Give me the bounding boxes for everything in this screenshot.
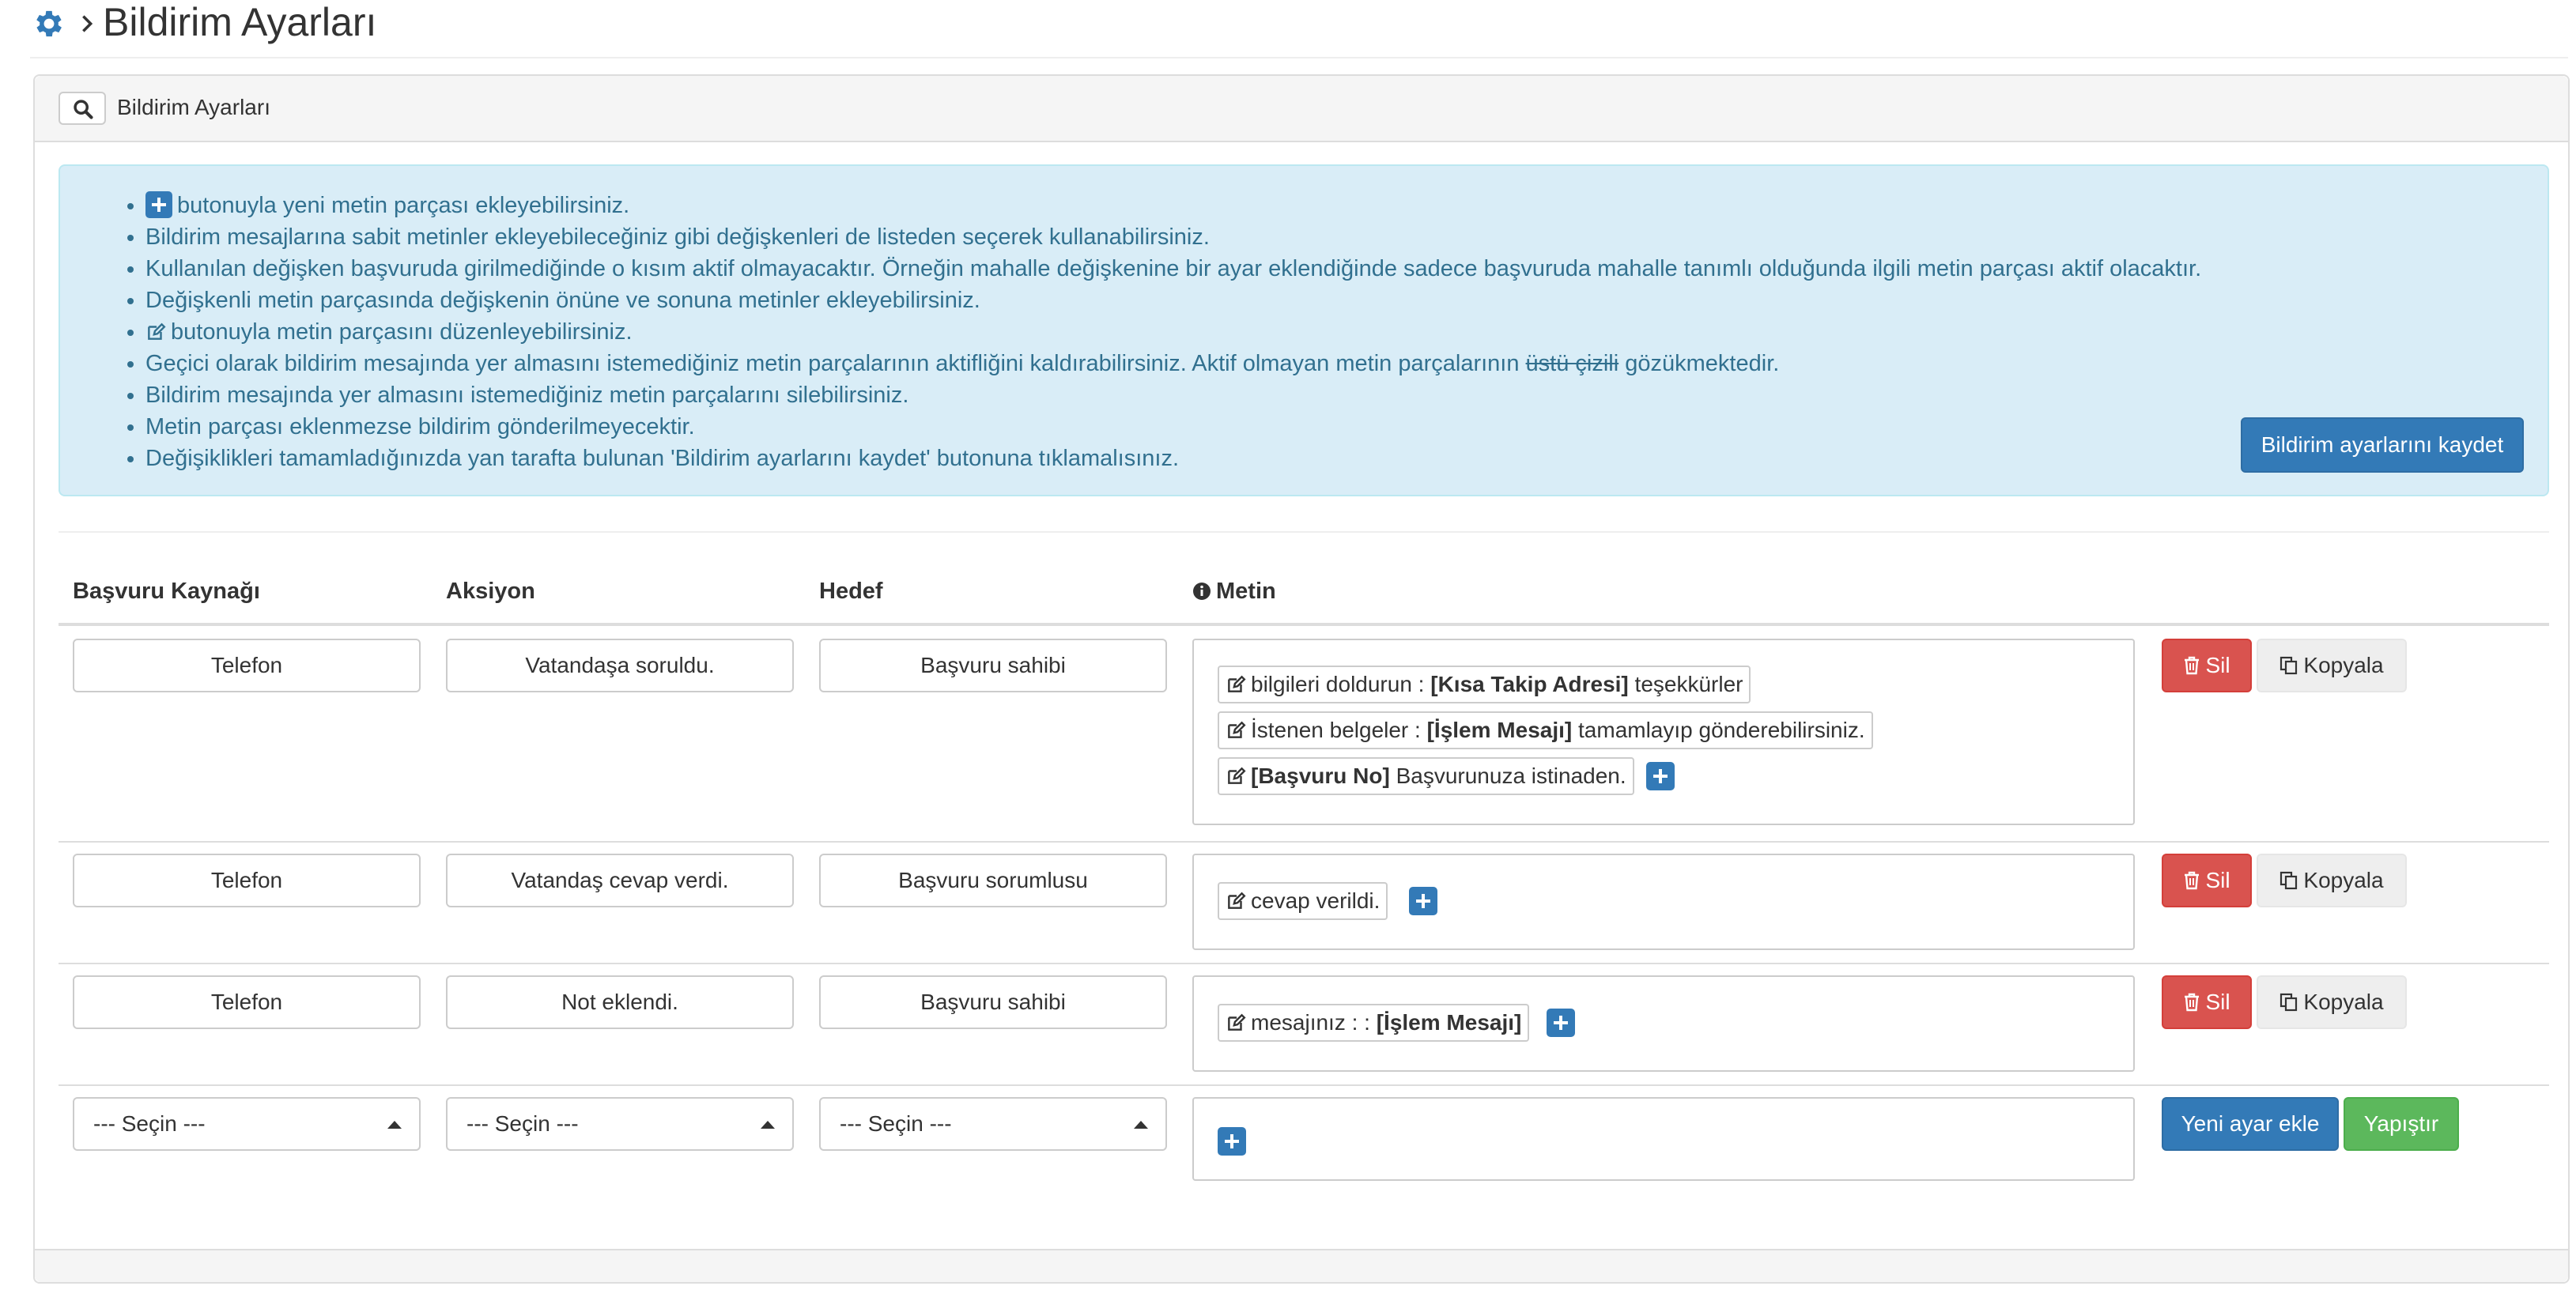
target-field[interactable]: Başvuru sahibi	[819, 639, 1167, 692]
edit-icon	[148, 322, 166, 340]
header-action: Aksiyon	[446, 579, 535, 604]
divider	[59, 531, 2549, 533]
action-field[interactable]: Vatandaşa soruldu.	[446, 639, 794, 692]
action-field[interactable]: Vatandaş cevap verdi.	[446, 854, 794, 907]
strike-example: üstü çizili	[1525, 351, 1619, 376]
edit-icon[interactable]	[1226, 766, 1246, 786]
save-settings-button[interactable]: Bildirim ayarlarını kaydet	[2241, 417, 2524, 473]
chevron-right-icon	[82, 15, 93, 32]
info-item: Bildirim mesajlarına sabit metinler ekle…	[145, 221, 2201, 253]
info-list: butonuyla yeni metin parçası ekleyebilir…	[108, 190, 2201, 474]
source-field[interactable]: Telefon	[73, 854, 421, 907]
copy-button[interactable]: Kopyala	[2257, 639, 2407, 692]
target-field[interactable]: Başvuru sahibi	[819, 975, 1167, 1029]
target-field[interactable]: Başvuru sorumlusu	[819, 854, 1167, 907]
trash-icon	[2185, 871, 2200, 890]
info-item: Geçici olarak bildirim mesajında yer alm…	[145, 348, 2201, 379]
plus-icon	[145, 191, 172, 218]
info-item: Metin parçası eklenmezse bildirim gönder…	[145, 411, 2201, 443]
message-box: mesajınız : : [İşlem Mesajı]	[1192, 975, 2135, 1072]
text-chip[interactable]: cevap verildi.	[1218, 882, 1388, 920]
message-box	[1192, 1097, 2135, 1181]
edit-icon[interactable]	[1226, 674, 1246, 695]
copy-icon	[2280, 993, 2298, 1012]
table-header-border	[59, 623, 2549, 626]
edit-icon[interactable]	[1226, 720, 1246, 741]
delete-button[interactable]: Sil	[2162, 639, 2252, 692]
trash-icon	[2185, 993, 2200, 1012]
paste-button[interactable]: Yapıştır	[2344, 1097, 2459, 1151]
edit-icon[interactable]	[1226, 1013, 1246, 1033]
text-chip[interactable]: mesajınız : : [İşlem Mesajı]	[1218, 1004, 1530, 1042]
target-select[interactable]: --- Seçin ---	[819, 1097, 1167, 1151]
info-item: Değişkenli metin parçasında değişkenin ö…	[145, 285, 2201, 316]
message-box: cevap verildi.	[1192, 854, 2135, 950]
add-text-button[interactable]	[1547, 1009, 1575, 1037]
row-divider	[59, 963, 2549, 964]
info-circle-icon	[1193, 583, 1211, 600]
row-divider	[59, 1084, 2549, 1086]
add-setting-button[interactable]: Yeni ayar ekle	[2162, 1097, 2339, 1151]
row-divider	[59, 841, 2549, 843]
panel-heading: Bildirim Ayarları	[35, 76, 2568, 142]
header-source: Başvuru Kaynağı	[73, 579, 260, 604]
source-select[interactable]: --- Seçin ---	[73, 1097, 421, 1151]
trash-icon	[2185, 656, 2200, 675]
message-box: bilgileri doldurun : [Kısa Takip Adresi]…	[1192, 639, 2135, 825]
copy-icon	[2280, 871, 2298, 890]
info-item: Değişiklikleri tamamladığınızda yan tara…	[145, 443, 2201, 474]
info-alert: butonuyla yeni metin parçası ekleyebilir…	[59, 164, 2549, 496]
panel-footer	[35, 1249, 2568, 1282]
header-text: Metin	[1192, 579, 1276, 605]
action-field[interactable]: Not eklendi.	[446, 975, 794, 1029]
caret-up-icon	[387, 1121, 402, 1129]
text-chip[interactable]: bilgileri doldurun : [Kısa Takip Adresi]…	[1218, 666, 1751, 703]
panel-title: Bildirim Ayarları	[117, 95, 270, 119]
caret-up-icon	[1134, 1121, 1148, 1129]
add-text-button[interactable]	[1646, 762, 1675, 790]
copy-icon	[2280, 656, 2298, 675]
header-target: Hedef	[819, 579, 883, 604]
info-item: Bildirim mesajında yer almasını istemedi…	[145, 379, 2201, 411]
caret-up-icon	[761, 1121, 775, 1129]
copy-button[interactable]: Kopyala	[2257, 975, 2407, 1029]
page-header: Bildirim Ayarları	[30, 0, 2568, 58]
settings-panel: Bildirim Ayarları butonuyla yeni metin p…	[33, 74, 2570, 1284]
copy-button[interactable]: Kopyala	[2257, 854, 2407, 907]
text-chip[interactable]: İstenen belgeler : [İşlem Mesajı] tamaml…	[1218, 711, 1873, 749]
edit-icon[interactable]	[1226, 891, 1246, 911]
source-field[interactable]: Telefon	[73, 975, 421, 1029]
delete-button[interactable]: Sil	[2162, 975, 2252, 1029]
text-chip[interactable]: [Başvuru No] Başvurunuza istinaden.	[1218, 757, 1634, 795]
page-title: Bildirim Ayarları	[103, 0, 377, 44]
action-select[interactable]: --- Seçin ---	[446, 1097, 794, 1151]
add-text-button[interactable]	[1218, 1127, 1246, 1156]
gear-icon	[36, 10, 62, 37]
info-item: Kullanılan değişken başvuruda girilmediğ…	[145, 253, 2201, 285]
source-field[interactable]: Telefon	[73, 639, 421, 692]
search-icon	[74, 100, 93, 119]
info-item: butonuyla metin parçasını düzenleyebilir…	[145, 316, 2201, 348]
delete-button[interactable]: Sil	[2162, 854, 2252, 907]
search-button[interactable]	[59, 92, 106, 125]
add-text-button[interactable]	[1409, 887, 1437, 915]
info-item: butonuyla yeni metin parçası ekleyebilir…	[145, 190, 2201, 221]
